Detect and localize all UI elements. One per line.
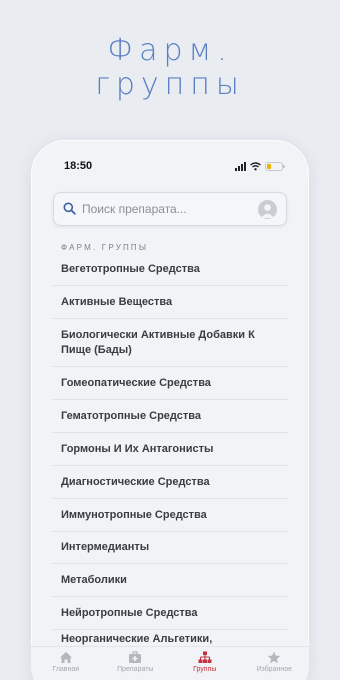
groups-list: Вегетотропные Средства Активные Вещества… — [52, 254, 288, 663]
tab-groups[interactable]: Группы — [175, 651, 235, 673]
list-item[interactable]: Биологически Активные Добавки К Пище (Ба… — [52, 319, 288, 367]
tab-groups-label: Группы — [193, 666, 217, 673]
list-item-label: Диагностические Средства — [61, 475, 210, 488]
list-item-label: Гомеопатические Средства — [61, 376, 211, 389]
promo-headline: Фарм. группы — [0, 34, 340, 102]
tab-favorites[interactable]: Избранное — [244, 651, 304, 673]
list-item[interactable]: Вегетотропные Средства — [52, 254, 288, 286]
search-bar[interactable] — [53, 192, 287, 226]
list-item[interactable]: Иммунотропные Средства — [52, 499, 288, 532]
status-time: 18:50 — [64, 160, 93, 172]
list-item-label: Иммунотропные Средства — [61, 508, 207, 521]
status-bar: 18:50 — [31, 158, 309, 176]
list-item[interactable]: Гормоны И Их Антагонисты — [52, 433, 288, 466]
search-input[interactable] — [82, 199, 252, 219]
promo-headline-line2: группы — [95, 67, 245, 102]
list-item[interactable]: Метаболики — [52, 564, 288, 597]
status-icons — [235, 162, 285, 171]
list-item[interactable]: Активные Вещества — [52, 286, 288, 319]
search-icon — [63, 202, 76, 215]
list-item[interactable]: Интермедианты — [52, 532, 288, 564]
list-item-label: Интермедианты — [61, 541, 150, 553]
tab-drugs-label: Препараты — [117, 666, 154, 673]
medical-kit-icon — [129, 651, 142, 663]
list-item-label: Активные Вещества — [61, 295, 173, 308]
battery-icon — [265, 162, 285, 171]
hierarchy-icon — [198, 651, 212, 663]
home-icon — [59, 652, 72, 663]
list-item-label: Гематотропные Средства — [61, 409, 201, 422]
wifi-icon — [250, 162, 261, 171]
promo-headline-line1: Фарм. — [107, 33, 233, 68]
profile-avatar-icon[interactable] — [258, 200, 277, 219]
star-icon — [268, 651, 281, 664]
list-item-label: Гормоны И Их Антагонисты — [61, 442, 214, 455]
phone-mockup: 18:50 ФАРМ. ГРУППЫ Вегетотр — [31, 140, 309, 680]
tab-bar: Главная Препараты Группы Избранное — [31, 646, 309, 680]
tab-drugs[interactable]: Препараты — [105, 651, 165, 673]
tab-favorites-label: Избранное — [256, 666, 292, 673]
signal-icon — [235, 162, 246, 171]
tab-home-label: Главная — [52, 666, 80, 673]
section-title: ФАРМ. ГРУППЫ — [61, 243, 149, 252]
tab-home[interactable]: Главная — [36, 651, 96, 673]
list-item[interactable]: Гомеопатические Средства — [52, 367, 288, 400]
list-item[interactable]: Нейротропные Средства — [52, 597, 288, 630]
list-item-label: Нейротропные Средства — [61, 606, 198, 619]
list-item-label: Метаболики — [61, 573, 127, 586]
list-item[interactable]: Диагностические Средства — [52, 466, 288, 499]
list-item-label: Биологически Активные Добавки К Пище (Ба… — [61, 328, 255, 356]
list-item-label: Вегетотропные Средства — [61, 263, 200, 275]
list-item[interactable]: Гематотропные Средства — [52, 400, 288, 433]
